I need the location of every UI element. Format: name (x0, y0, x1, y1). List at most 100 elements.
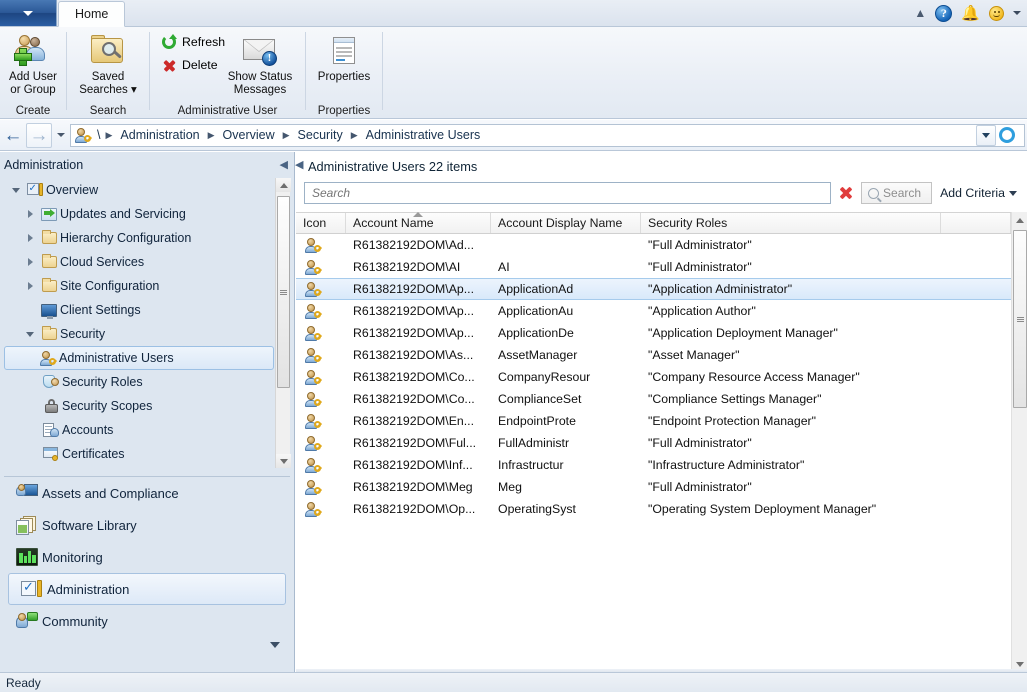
sidebar-item-updates-and-servicing[interactable]: Updates and Servicing (4, 202, 290, 226)
chevron-left-icon[interactable]: ◀ (295, 158, 303, 171)
table-row[interactable]: R61382192DOM\Ful...FullAdministr"Full Ad… (296, 432, 1011, 454)
cell-account-name: R61382192DOM\Op... (346, 502, 491, 516)
workspace-more-icon[interactable] (270, 648, 280, 662)
expander-open-icon[interactable] (8, 188, 24, 193)
saved-searches-line1: Saved (92, 71, 125, 84)
updates-icon (38, 208, 60, 221)
breadcrumb-security[interactable]: Security (291, 128, 350, 142)
expander-closed-icon[interactable] (22, 282, 38, 290)
column-header-security-roles[interactable]: Security Roles (641, 213, 941, 233)
sidebar-item-certificates[interactable]: Certificates (4, 442, 290, 466)
breadcrumb-root[interactable]: \ (93, 128, 104, 142)
sidebar-item-cloud-services[interactable]: Cloud Services (4, 250, 290, 274)
add-criteria-button[interactable]: Add Criteria (936, 186, 1021, 200)
application-menu-button[interactable] (0, 0, 57, 26)
table-row[interactable]: R61382192DOM\Ap...ApplicationAd"Applicat… (296, 278, 1011, 300)
refresh-icon[interactable] (999, 127, 1016, 144)
column-header-account-name[interactable]: Account Name (346, 213, 491, 233)
workspace-software-library[interactable]: Software Library (4, 509, 290, 541)
admin-user-icon (73, 128, 93, 143)
column-header-filler[interactable] (941, 213, 1011, 233)
saved-searches-button[interactable]: Saved Searches ▾ (67, 31, 149, 97)
add-user-or-group-button[interactable]: Add User or Group (0, 31, 66, 97)
smiley-feedback-icon[interactable] (989, 6, 1004, 21)
sidebar-item-security-roles[interactable]: Security Roles (4, 370, 290, 394)
sidebar-item-security-scopes[interactable]: Security Scopes (4, 394, 290, 418)
expander-closed-icon[interactable] (22, 234, 38, 242)
search-input-wrapper[interactable] (304, 182, 831, 204)
expander-closed-icon[interactable] (22, 258, 38, 266)
table-row[interactable]: R61382192DOM\Op...OperatingSyst"Operatin… (296, 498, 1011, 520)
breadcrumb[interactable]: \ ▶ Administration ▶ Overview ▶ Security… (70, 124, 1025, 147)
show-status-messages-button[interactable]: ! Show Status Messages (218, 31, 302, 97)
cell-security-roles: "Operating System Deployment Manager" (641, 502, 941, 516)
bell-icon[interactable]: 🔔 (961, 6, 980, 21)
table-row[interactable]: R61382192DOM\Ap...ApplicationDe"Applicat… (296, 322, 1011, 344)
scrollbar-thumb[interactable] (1013, 230, 1027, 408)
table-row[interactable]: R61382192DOM\Co...CompanyResour"Company … (296, 366, 1011, 388)
navigation-tree-scrollbar[interactable] (275, 178, 290, 468)
scrollbar-thumb[interactable] (277, 196, 290, 388)
table-row[interactable]: R61382192DOM\Ap...ApplicationAu"Applicat… (296, 300, 1011, 322)
breadcrumb-administrative-users[interactable]: Administrative Users (359, 128, 488, 142)
sidebar-item-overview[interactable]: ✓ Overview (4, 178, 290, 202)
chevron-down-icon[interactable] (1013, 11, 1021, 15)
scroll-up-arrow-icon[interactable] (1012, 212, 1027, 228)
sidebar-item-hierarchy-configuration[interactable]: Hierarchy Configuration (4, 226, 290, 250)
workspace-label: Assets and Compliance (42, 486, 179, 501)
folder-icon (38, 232, 60, 244)
chevron-left-icon[interactable]: ◀ (280, 158, 288, 171)
chevron-right-icon: ▶ (207, 130, 216, 141)
scroll-down-arrow-icon[interactable] (276, 454, 291, 468)
expander-closed-icon[interactable] (22, 210, 38, 218)
sidebar-item-label: Administrative Users (59, 351, 174, 365)
search-input[interactable] (310, 185, 825, 201)
properties-button[interactable]: Properties (306, 31, 382, 84)
search-button[interactable]: Search (861, 182, 932, 204)
sidebar-item-administrative-users[interactable]: Administrative Users (4, 346, 274, 370)
table-row[interactable]: R61382192DOM\As...AssetManager"Asset Man… (296, 344, 1011, 366)
column-header-icon[interactable]: Icon (296, 213, 346, 233)
admin-user-icon (37, 351, 59, 366)
history-dropdown-icon[interactable] (52, 133, 70, 137)
tab-home[interactable]: Home (58, 1, 125, 27)
table-row[interactable]: R61382192DOM\Ad..."Full Administrator" (296, 234, 1011, 256)
sidebar-item-security[interactable]: Security (4, 322, 290, 346)
column-header-account-display-name[interactable]: Account Display Name (491, 213, 641, 233)
ribbon-group-search: Saved Searches ▾ Search (67, 27, 149, 119)
sidebar-item-accounts[interactable]: Accounts (4, 418, 290, 442)
table-row[interactable]: R61382192DOM\AIAI"Full Administrator" (296, 256, 1011, 278)
forward-arrow-icon[interactable]: → (26, 123, 52, 148)
status-messages-icon: ! (241, 31, 279, 71)
workspace-monitoring[interactable]: Monitoring (4, 541, 290, 573)
workspace-administration[interactable]: ✓ Administration (8, 573, 286, 605)
grid-vertical-scrollbar[interactable] (1011, 212, 1027, 672)
breadcrumb-overview[interactable]: Overview (216, 128, 282, 142)
help-icon[interactable]: ? (935, 5, 952, 22)
back-arrow-icon[interactable]: ← (0, 123, 26, 148)
table-row[interactable]: R61382192DOM\Co...ComplianceSet"Complian… (296, 388, 1011, 410)
sidebar-item-client-settings[interactable]: Client Settings (4, 298, 290, 322)
ribbon-group-administrative-user-label: Administrative User (150, 105, 305, 117)
scroll-up-arrow-icon[interactable] (276, 178, 291, 192)
clear-search-button[interactable] (835, 182, 857, 204)
sidebar-item-site-configuration[interactable]: Site Configuration (4, 274, 290, 298)
expander-open-icon[interactable] (22, 332, 38, 337)
column-header-label: Security Roles (648, 216, 727, 230)
table-row[interactable]: R61382192DOM\En...EndpointProte"Endpoint… (296, 410, 1011, 432)
cell-account-display-name: FullAdministr (491, 436, 641, 450)
refresh-button[interactable]: Refresh (162, 35, 225, 49)
workspace-community[interactable]: Community (4, 605, 290, 637)
cell-account-display-name: Infrastructur (491, 458, 641, 472)
table-row[interactable]: R61382192DOM\Inf...Infrastructur"Infrast… (296, 454, 1011, 476)
cell-security-roles: "Compliance Settings Manager" (641, 392, 941, 406)
grid-header-row: Icon Account Name Account Display Name S… (296, 212, 1011, 234)
grid-rows-container: R61382192DOM\Ad..."Full Administrator"R6… (296, 234, 1011, 520)
tab-home-label: Home (75, 7, 108, 21)
workspace-assets-and-compliance[interactable]: Assets and Compliance (4, 477, 290, 509)
chevron-up-icon[interactable]: ▲ (914, 7, 926, 19)
table-row[interactable]: R61382192DOM\MegMeg"Full Administrator" (296, 476, 1011, 498)
breadcrumb-dropdown-icon[interactable] (976, 125, 996, 146)
delete-button[interactable]: Delete (162, 58, 218, 72)
breadcrumb-administration[interactable]: Administration (113, 128, 206, 142)
